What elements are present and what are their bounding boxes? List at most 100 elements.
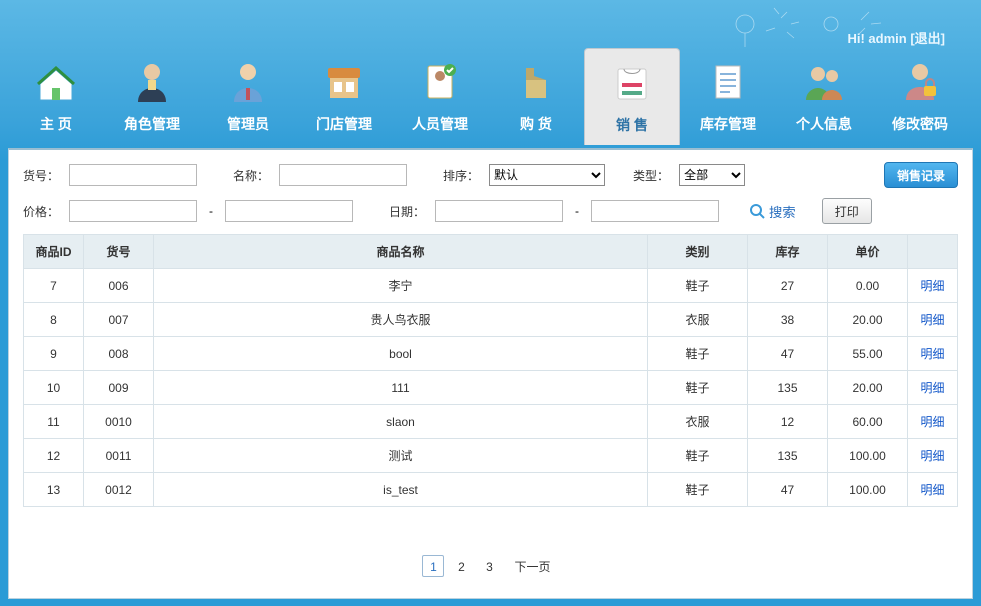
cell-sku: 008 — [84, 337, 154, 371]
home-icon — [8, 54, 104, 110]
cell-sku: 007 — [84, 303, 154, 337]
nav-label: 角色管理 — [104, 114, 200, 134]
nav-item-sales[interactable]: 销 售 — [584, 48, 680, 145]
cell-sku: 009 — [84, 371, 154, 405]
detail-link[interactable]: 明细 — [920, 313, 944, 327]
col-header: 库存 — [748, 235, 828, 269]
date-from-input[interactable] — [435, 200, 563, 222]
cell-stock: 135 — [748, 439, 828, 473]
nav-label: 管理员 — [200, 114, 296, 134]
nav-label: 个人信息 — [776, 114, 872, 134]
nav-label: 人员管理 — [392, 114, 488, 134]
name-label: 名称： — [233, 167, 269, 184]
detail-link[interactable]: 明细 — [920, 449, 944, 463]
pagination: 123 下一页 — [23, 555, 958, 578]
role-icon — [104, 54, 200, 110]
cell-stock: 135 — [748, 371, 828, 405]
cell-sku: 0010 — [84, 405, 154, 439]
nav-item-home[interactable]: 主 页 — [8, 48, 104, 144]
next-page[interactable]: 下一页 — [506, 556, 558, 578]
cell-price: 100.00 — [828, 473, 908, 507]
cell-sku: 006 — [84, 269, 154, 303]
cell-id: 10 — [24, 371, 84, 405]
name-input[interactable] — [279, 164, 407, 186]
nav-item-purchase[interactable]: 购 货 — [488, 48, 584, 144]
cell-name: 李宁 — [154, 269, 648, 303]
cell-sku: 0012 — [84, 473, 154, 507]
detail-link[interactable]: 明细 — [920, 415, 944, 429]
cell-price: 20.00 — [828, 371, 908, 405]
sort-select[interactable]: 默认 — [489, 164, 605, 186]
nav-label: 修改密码 — [872, 114, 968, 134]
cell-id: 8 — [24, 303, 84, 337]
nav-item-stock[interactable]: 库存管理 — [680, 48, 776, 144]
page-1[interactable]: 1 — [422, 555, 444, 577]
cell-id: 13 — [24, 473, 84, 507]
cell-id: 9 — [24, 337, 84, 371]
nav-item-role[interactable]: 角色管理 — [104, 48, 200, 144]
date-label: 日期： — [389, 203, 425, 220]
staff-icon — [392, 54, 488, 110]
type-select[interactable]: 全部 — [679, 164, 745, 186]
stock-icon — [680, 54, 776, 110]
search-label: 搜索 — [769, 202, 796, 221]
cell-price: 55.00 — [828, 337, 908, 371]
cell-cat: 鞋子 — [648, 439, 748, 473]
table-row: 10009111鞋子13520.00明细 — [24, 371, 958, 405]
cell-name: 贵人鸟衣服 — [154, 303, 648, 337]
nav-label: 门店管理 — [296, 114, 392, 134]
page-2[interactable]: 2 — [450, 556, 472, 578]
date-dash: - — [573, 204, 581, 218]
store-icon — [296, 54, 392, 110]
logout-link[interactable]: [退出] — [910, 31, 945, 46]
price-label: 价格： — [23, 203, 59, 220]
price-max-input[interactable] — [225, 200, 353, 222]
cell-id: 12 — [24, 439, 84, 473]
nav-item-password[interactable]: 修改密码 — [872, 48, 968, 144]
print-button[interactable]: 打印 — [822, 198, 872, 224]
nav-item-admin[interactable]: 管理员 — [200, 48, 296, 144]
cell-id: 11 — [24, 405, 84, 439]
nav-label: 库存管理 — [680, 114, 776, 134]
detail-link[interactable]: 明细 — [920, 279, 944, 293]
sales-record-button[interactable]: 销售记录 — [884, 162, 958, 188]
detail-link[interactable]: 明细 — [920, 347, 944, 361]
page-3[interactable]: 3 — [478, 556, 500, 578]
nav-item-store[interactable]: 门店管理 — [296, 48, 392, 144]
search-button[interactable]: 搜索 — [749, 202, 796, 221]
cell-cat: 鞋子 — [648, 371, 748, 405]
col-header: 商品名称 — [154, 235, 648, 269]
nav-item-profile[interactable]: 个人信息 — [776, 48, 872, 144]
detail-link[interactable]: 明细 — [920, 483, 944, 497]
cell-stock: 38 — [748, 303, 828, 337]
price-dash: - — [207, 204, 215, 218]
table-row: 9008bool鞋子4755.00明细 — [24, 337, 958, 371]
sort-label: 排序： — [443, 167, 479, 184]
table-row: 120011测试鞋子135100.00明细 — [24, 439, 958, 473]
greeting-prefix: Hi! — [847, 31, 868, 46]
cell-price: 100.00 — [828, 439, 908, 473]
password-icon — [872, 54, 968, 110]
sku-input[interactable] — [69, 164, 197, 186]
table-row: 130012is_test鞋子47100.00明细 — [24, 473, 958, 507]
col-header — [908, 235, 958, 269]
cell-stock: 47 — [748, 337, 828, 371]
table-row: 8007贵人鸟衣服衣服3820.00 明细 — [24, 303, 958, 337]
col-header: 类别 — [648, 235, 748, 269]
nav-label: 购 货 — [488, 114, 584, 134]
detail-link[interactable]: 明细 — [920, 381, 944, 395]
nav-label: 销 售 — [585, 115, 679, 135]
cell-price: 60.00 — [828, 405, 908, 439]
cell-name: 测试 — [154, 439, 648, 473]
search-icon — [749, 203, 765, 219]
price-min-input[interactable] — [69, 200, 197, 222]
username: admin — [868, 31, 906, 46]
cell-cat: 鞋子 — [648, 337, 748, 371]
col-header: 单价 — [828, 235, 908, 269]
nav-item-staff[interactable]: 人员管理 — [392, 48, 488, 144]
date-to-input[interactable] — [591, 200, 719, 222]
cell-price: 20.00 — [828, 303, 908, 337]
cell-cat: 衣服 — [648, 303, 748, 337]
col-header: 货号 — [84, 235, 154, 269]
cell-stock: 12 — [748, 405, 828, 439]
